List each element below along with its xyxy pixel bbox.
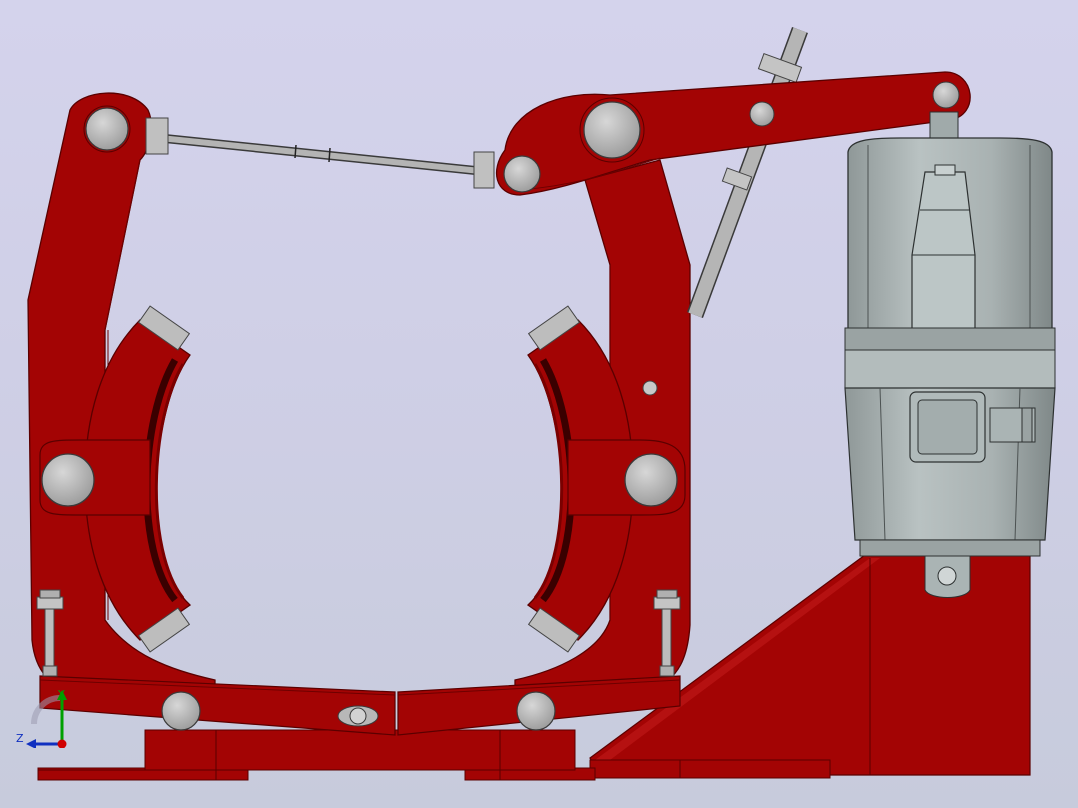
z-axis-label: Z (16, 732, 24, 745)
y-axis-label: Y (57, 688, 65, 701)
center-wing-nut (337, 705, 379, 727)
tie-rod (145, 117, 495, 189)
x-axis-point (57, 739, 67, 748)
brake-assembly-model[interactable] (0, 0, 1078, 808)
hydraulic-thruster (844, 111, 1056, 598)
coordinate-triad-icon: Y Z (16, 688, 67, 748)
base-plate (37, 729, 596, 781)
z-axis-arrow (26, 739, 36, 748)
cad-viewport[interactable]: Y Z (0, 0, 1078, 808)
actuator-push-rod (687, 27, 808, 318)
bottom-link-left (39, 675, 396, 736)
